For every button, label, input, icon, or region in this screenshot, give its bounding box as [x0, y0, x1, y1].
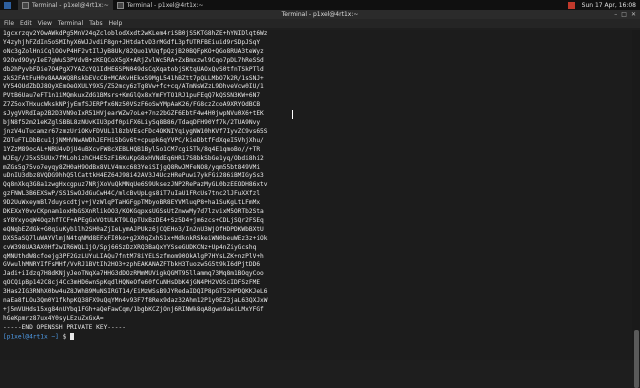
terminal-line: zkS2FAtFuH0v8AAAWQ8RskbEVcCB+MCAKvHEkxS9… [3, 74, 264, 82]
terminal-line: PVtB6Uau7eFT1n1iMQmkuxZdG1BMsrs+KmGlQx8x… [3, 92, 261, 100]
terminal-line: Y4zyhjhFZdIn5oSMIhyX6WJJvdiF8gn+JHtdatvD… [3, 38, 261, 46]
prompt-user: [p1xel@4rt1x ~] [3, 333, 59, 341]
terminal-line: gzFNWL3B6EXSwP/SS1SwOJdGuCwH4C/mlcBvUpLg… [3, 190, 261, 198]
window-titlebar[interactable]: Terminal - p1xel@4rt1x:~ – □ ✕ [0, 10, 640, 19]
terminal-prompt[interactable]: [p1xel@4rt1x ~] $ [3, 332, 631, 342]
terminal-line: VY54OUdZbDJ8OyXEmOeOXULY9X5/Z52mcy6zTg8V… [3, 83, 264, 91]
terminal-icon [22, 1, 29, 9]
menu-help[interactable]: Help [109, 20, 123, 27]
terminal-line: DXS5aSQ7luWAYVlmjN4tqNMd8EFxFI0ko+g2X0qZ… [3, 234, 268, 242]
menubar: File Edit View Terminal Tabs Help [0, 19, 640, 28]
terminal-line: GVwulhMNRYIfFsMHf/VvRJ1BVtIh2HO3+zphEAKA… [3, 261, 261, 269]
scrollbar[interactable] [632, 30, 640, 388]
taskbar-menu-button[interactable] [0, 0, 18, 10]
close-icon[interactable]: ✕ [631, 11, 636, 18]
terminal-line: WJEq//J5xS5UUx7fMLohizhCH4E5zF16KuKpG8xH… [3, 154, 264, 162]
menu-view[interactable]: View [38, 20, 52, 27]
taskbar: Terminal - p1xel@4rt1x:~ Terminal - p1xe… [0, 0, 640, 10]
scrollbar-thumb[interactable] [634, 330, 639, 388]
terminal-cursor [70, 332, 75, 340]
taskbar-app-terminal-2[interactable]: Terminal - p1xel@4rt1x:~ [113, 0, 208, 10]
prompt-symbol: $ [62, 333, 67, 341]
menu-file[interactable]: File [4, 20, 14, 27]
menu-edit[interactable]: Edit [20, 20, 32, 27]
terminal-line: -----END OPENSSH PRIVATE KEY----- [3, 323, 126, 331]
terminal-output[interactable]: 1gcxrzqv2YOwAWkdPg5MnV24qZcloblodXxdt2wK… [0, 30, 632, 360]
terminal-line: qOCQipBp142C8cj4Cc3mHD6wnSpKqdlHQNeOfe60… [3, 279, 261, 287]
menu-terminal[interactable]: Terminal [58, 20, 83, 27]
taskbar-app-label: Terminal - p1xel@4rt1x:~ [126, 1, 204, 9]
terminal-line: hGeKpmrz87ux4Y0syLEzuZxGxA= [3, 314, 104, 322]
terminal-line: DKEXxY0vvCKpnam1oxHbGSXnRlikOO3/KOKGqpxs… [3, 208, 264, 215]
terminal-line: Qq8nXkq3G8a1zwgHxcgpuz7NRjXoVuQkMNqUe6S9… [3, 181, 268, 189]
maximize-icon[interactable]: □ [621, 11, 627, 18]
terminal-line: sY8YxyoqW4OqzhfTCF+APEgGxVOtULKT9LQpTUxB… [3, 216, 264, 224]
terminal-line: ZOTuFTLDbBcu1jjNMHVNwAWDhJEFHiSbGv6t+cpu… [3, 136, 264, 144]
terminal-line: uDnIU3dbz8VQDG9hhQ5lCattkH4EZ64J98i42AV3… [3, 172, 264, 180]
terminal-line: jnzV4uTucamzr67zmzUriOKvFDVUL1l8zbVEscFD… [3, 127, 268, 135]
terminal-line: db2hPyvbFDie7O4PgX7YAZcYQ1IdHE6SPN049dsC… [3, 65, 264, 73]
terminal-line: mZGs5g75vo7eyqy8ZH0aH9OdBx8VLV4mxc683Yei… [3, 163, 261, 171]
terminal-line: naEa8fLOu3Qm0Y1fkhpKQ38FX9uQqYMn4v93F7f8… [3, 297, 268, 304]
taskbar-app-terminal-1[interactable]: Terminal - p1xel@4rt1x:~ [18, 0, 113, 10]
terminal-line: Jadi+iIdzq7H8dKNjyJeoTNqXa7HHG3dDOzRMmMU… [3, 270, 264, 278]
terminal-line: eQNqbEZdGk+G0qiuKyb1lh2SH0aZjIeLymAJPUkz… [3, 225, 264, 233]
system-tray: Sun 17 Apr, 16:08 [567, 1, 640, 9]
terminal-line: +j5mVUHds15xg84nUYbq1FGh+aQeFawCqm/1bgbK… [3, 305, 264, 313]
text-cursor-icon [292, 110, 295, 119]
taskbar-app-label: Terminal - p1xel@4rt1x:~ [32, 1, 109, 9]
menu-tabs[interactable]: Tabs [89, 20, 102, 27]
terminal-line: cvW398UA3AX0Hf2wIR6WQL1jO/Spj66SzDzXRQ3B… [3, 243, 257, 251]
terminal-line: qMNUthdW8cfoejg3PF2GzLUYuLIAQu7fntM78iYE… [3, 252, 264, 260]
window-controls: – □ ✕ [614, 11, 636, 18]
terminal-line: bjN8f52m21eKZglSBBL8zNUvKIU3pdf0piFX6Liy… [3, 119, 261, 126]
clock[interactable]: Sun 17 Apr, 16:08 [582, 2, 636, 9]
terminal-line: 1gcxrzqv2YOwAWkdPg5MnV24qZcloblodXxdt2wK… [3, 30, 268, 37]
terminal-line: Z7Z5oxTHxucWkskNPjyEmfSJERPfx6Nz50VSzF6o… [3, 101, 261, 109]
terminal-line: 3Has2IG3RNhX0bw4uZ8JWhB9MuNSIRGT14/EiMzW… [3, 288, 268, 296]
terminal-line: 92Ovd9OyyIeE7gWuS3PVdvB+zKEQCoX5gX+ARjZv… [3, 56, 264, 64]
minimize-icon[interactable]: – [614, 11, 617, 18]
terminal-line: 9D2UuWxeymBl7duyscdtjv+jVzWlqPTaHGFgpTMb… [3, 199, 261, 207]
menu-icon [4, 1, 11, 9]
window-title: Terminal - p1xel@4rt1x:~ [281, 11, 359, 18]
terminal-line: 1YZzM89ocAL+NRU4vDjU4uBXcvFW8cXEBLHQB1By… [3, 145, 261, 153]
terminal-line: sJygVVRdIap2B2D3VN9oIxR51HVjearWZw7oLe+7… [3, 110, 264, 118]
network-icon[interactable] [567, 1, 575, 9]
terminal-icon [116, 1, 124, 9]
terminal-line: oNc3gZolHniCqlOOvP4HF2vtIlJyB8Uk/82Quo1V… [3, 47, 264, 55]
